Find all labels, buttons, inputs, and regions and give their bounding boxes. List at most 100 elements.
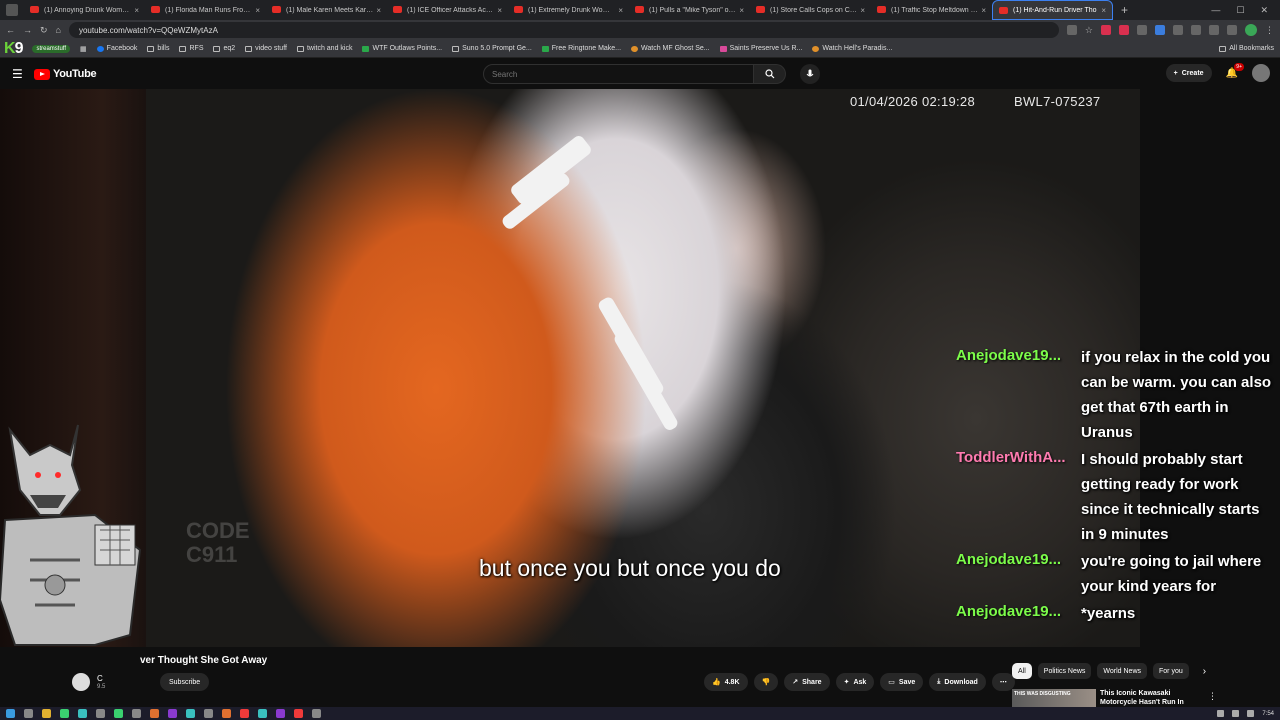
app-icon[interactable] [258, 709, 267, 718]
profile-avatar[interactable] [1245, 24, 1257, 36]
chrome-icon[interactable] [240, 709, 249, 718]
browser-tab[interactable]: (1) Florida Man Runs From Poli× [145, 0, 266, 20]
window-menu-icon[interactable] [6, 4, 18, 16]
chevron-right-icon[interactable]: › [1203, 666, 1206, 677]
app-icon[interactable] [168, 709, 177, 718]
extension-icon[interactable] [1155, 25, 1165, 35]
extensions-puzzle-icon[interactable] [1191, 25, 1201, 35]
app-icon[interactable] [276, 709, 285, 718]
clock-time[interactable]: 7:54 [1262, 711, 1274, 717]
browser-tab-active[interactable]: (1) Hit-And-Run Driver Tho × [992, 0, 1113, 20]
close-tab-icon[interactable]: × [1101, 6, 1106, 15]
file-explorer-icon[interactable] [42, 709, 51, 718]
recommended-video-title[interactable]: This Iconic Kawasaki Motorcycle Hasn't R… [1100, 689, 1200, 707]
youtube-logo[interactable]: YouTube [34, 68, 97, 80]
ask-button[interactable]: ✦ Ask [835, 673, 875, 691]
new-tab-button[interactable]: + [1113, 3, 1136, 17]
chip-world-news[interactable]: World News [1097, 663, 1148, 679]
app-icon[interactable] [150, 709, 159, 718]
minimize-icon[interactable]: — [1211, 5, 1220, 16]
hamburger-menu-icon[interactable]: ☰ [12, 67, 23, 81]
app-icon[interactable] [294, 709, 303, 718]
download-button[interactable]: ⤓ Download [929, 673, 986, 691]
url-field[interactable]: youtube.com/watch?v=QQeWZMytAzA [68, 22, 1059, 38]
close-tab-icon[interactable]: × [860, 6, 865, 15]
app-icon[interactable] [114, 709, 123, 718]
bookmark-link[interactable]: Watch Hell's Paradis... [812, 45, 892, 52]
bookmark-link[interactable]: Free Ringtone Make... [541, 45, 621, 52]
bookmark-link[interactable]: Suno 5.0 Prompt Ge... [452, 45, 532, 52]
bookmark-link[interactable]: WTF Outlaws Points... [362, 45, 442, 52]
browser-tab[interactable]: (1) Extremely Drunk Woman Cr× [508, 0, 629, 20]
start-menu-icon[interactable] [6, 709, 15, 718]
close-tab-icon[interactable]: × [497, 6, 502, 15]
search-icon[interactable] [24, 709, 33, 718]
install-app-icon[interactable] [1066, 25, 1077, 35]
extension-icon[interactable] [1137, 25, 1147, 35]
back-icon[interactable]: ← [6, 25, 15, 35]
tray-chevron-icon[interactable] [1217, 710, 1225, 717]
home-icon[interactable]: ⌂ [56, 25, 61, 35]
create-button[interactable]: + Create [1165, 64, 1212, 82]
stream-tag[interactable]: streamstuff [32, 44, 71, 53]
bookmark-folder[interactable]: eq2 [213, 45, 235, 52]
close-tab-icon[interactable]: × [134, 6, 139, 15]
browser-menu-icon[interactable]: ⋮ [1265, 25, 1274, 36]
settings-icon[interactable] [312, 709, 321, 718]
extension-icon[interactable] [1101, 25, 1111, 35]
firefox-icon[interactable] [222, 709, 231, 718]
bookmark-star-icon[interactable]: ☆ [1085, 25, 1093, 36]
reload-icon[interactable]: ↻ [40, 25, 48, 36]
close-tab-icon[interactable]: × [981, 6, 986, 15]
app-icon[interactable] [132, 709, 141, 718]
browser-tab[interactable]: (1) Annoying Drunk Woman Al × [24, 0, 145, 20]
download-icon[interactable] [1227, 25, 1237, 35]
browser-tab[interactable]: (1) Pulls a "Mike Tyson" on His × [629, 0, 750, 20]
close-window-icon[interactable]: ✕ [1260, 5, 1268, 16]
bookmark-link[interactable]: Watch MF Ghost Se... [631, 45, 710, 52]
browser-tab[interactable]: (1) ICE Officer Attacks Activist -× [387, 0, 508, 20]
chip-politics-news[interactable]: Politics News [1037, 663, 1092, 679]
app-icon[interactable] [96, 709, 105, 718]
side-panel-icon[interactable] [1209, 25, 1219, 35]
close-tab-icon[interactable]: × [739, 6, 744, 15]
app-icon[interactable] [78, 709, 87, 718]
dislike-button[interactable]: 👎 [753, 673, 779, 691]
bookmark-link[interactable]: Saints Preserve Us R... [719, 45, 802, 52]
notifications-button[interactable]: 🔔 9+ [1226, 62, 1244, 79]
search-button[interactable] [754, 64, 786, 84]
volume-icon[interactable] [1247, 710, 1255, 717]
bookmark-folder[interactable]: bills [147, 45, 169, 52]
recommended-video-thumbnail[interactable]: THIS WAS DISGUSTING [1012, 689, 1096, 707]
forward-icon[interactable]: → [23, 25, 32, 35]
network-icon[interactable] [1232, 710, 1240, 717]
browser-tab[interactable]: (1) Male Karen Meets Karma Al× [266, 0, 387, 20]
chip-for-you[interactable]: For you [1153, 663, 1189, 679]
close-tab-icon[interactable]: × [376, 6, 381, 15]
bookmark-folder[interactable]: video stuff [245, 45, 287, 52]
browser-tab[interactable]: (1) Traffic Stop Meltdown Wher × [871, 0, 992, 20]
account-avatar[interactable] [1252, 64, 1270, 82]
app-icon[interactable] [60, 709, 69, 718]
more-vertical-icon[interactable]: ⋮ [1208, 691, 1217, 702]
app-icon[interactable] [204, 709, 213, 718]
like-button[interactable]: 👍 4.8K [704, 673, 748, 691]
channel-name[interactable]: C [97, 674, 103, 683]
voice-search-button[interactable] [800, 64, 820, 84]
apps-grid-icon[interactable]: ▦ [80, 45, 87, 53]
bookmark-folder[interactable]: twitch and kick [296, 45, 352, 52]
channel-avatar[interactable] [72, 673, 90, 691]
app-icon[interactable] [186, 709, 195, 718]
maximize-icon[interactable]: ☐ [1236, 5, 1244, 16]
bookmark-folder[interactable]: RFS [179, 45, 203, 52]
close-tab-icon[interactable]: × [255, 6, 260, 15]
browser-tab[interactable]: (1) Store Calls Cops on Couple × [750, 0, 871, 20]
all-bookmarks[interactable]: All Bookmarks [1219, 45, 1280, 52]
bookmark-facebook[interactable]: Facebook [96, 45, 137, 52]
extension-icon[interactable] [1173, 25, 1183, 35]
close-tab-icon[interactable]: × [618, 6, 623, 15]
search-input[interactable] [483, 64, 754, 84]
extension-icon[interactable] [1119, 25, 1129, 35]
save-button[interactable]: ▭ Save [880, 673, 924, 691]
share-button[interactable]: ↗ Share [784, 673, 830, 691]
